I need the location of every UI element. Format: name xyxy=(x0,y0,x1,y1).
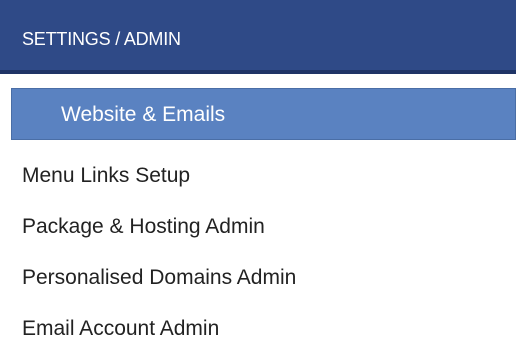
panel-title: SETTINGS / ADMIN xyxy=(22,29,181,49)
menu-item-package-hosting-admin[interactable]: Package & Hosting Admin xyxy=(0,201,516,252)
menu-item-label: Website & Emails xyxy=(61,103,226,126)
menu-item-menu-links-setup[interactable]: Menu Links Setup xyxy=(0,150,516,201)
menu-item-personalised-domains-admin[interactable]: Personalised Domains Admin xyxy=(0,252,516,303)
settings-menu-list: Menu Links Setup Package & Hosting Admin… xyxy=(0,150,516,354)
menu-item-email-account-admin[interactable]: Email Account Admin xyxy=(0,303,516,354)
panel-header: SETTINGS / ADMIN xyxy=(0,0,516,74)
settings-admin-panel: SETTINGS / ADMIN Website & Emails Menu L… xyxy=(0,0,516,362)
menu-item-website-emails[interactable]: Website & Emails xyxy=(11,88,516,140)
